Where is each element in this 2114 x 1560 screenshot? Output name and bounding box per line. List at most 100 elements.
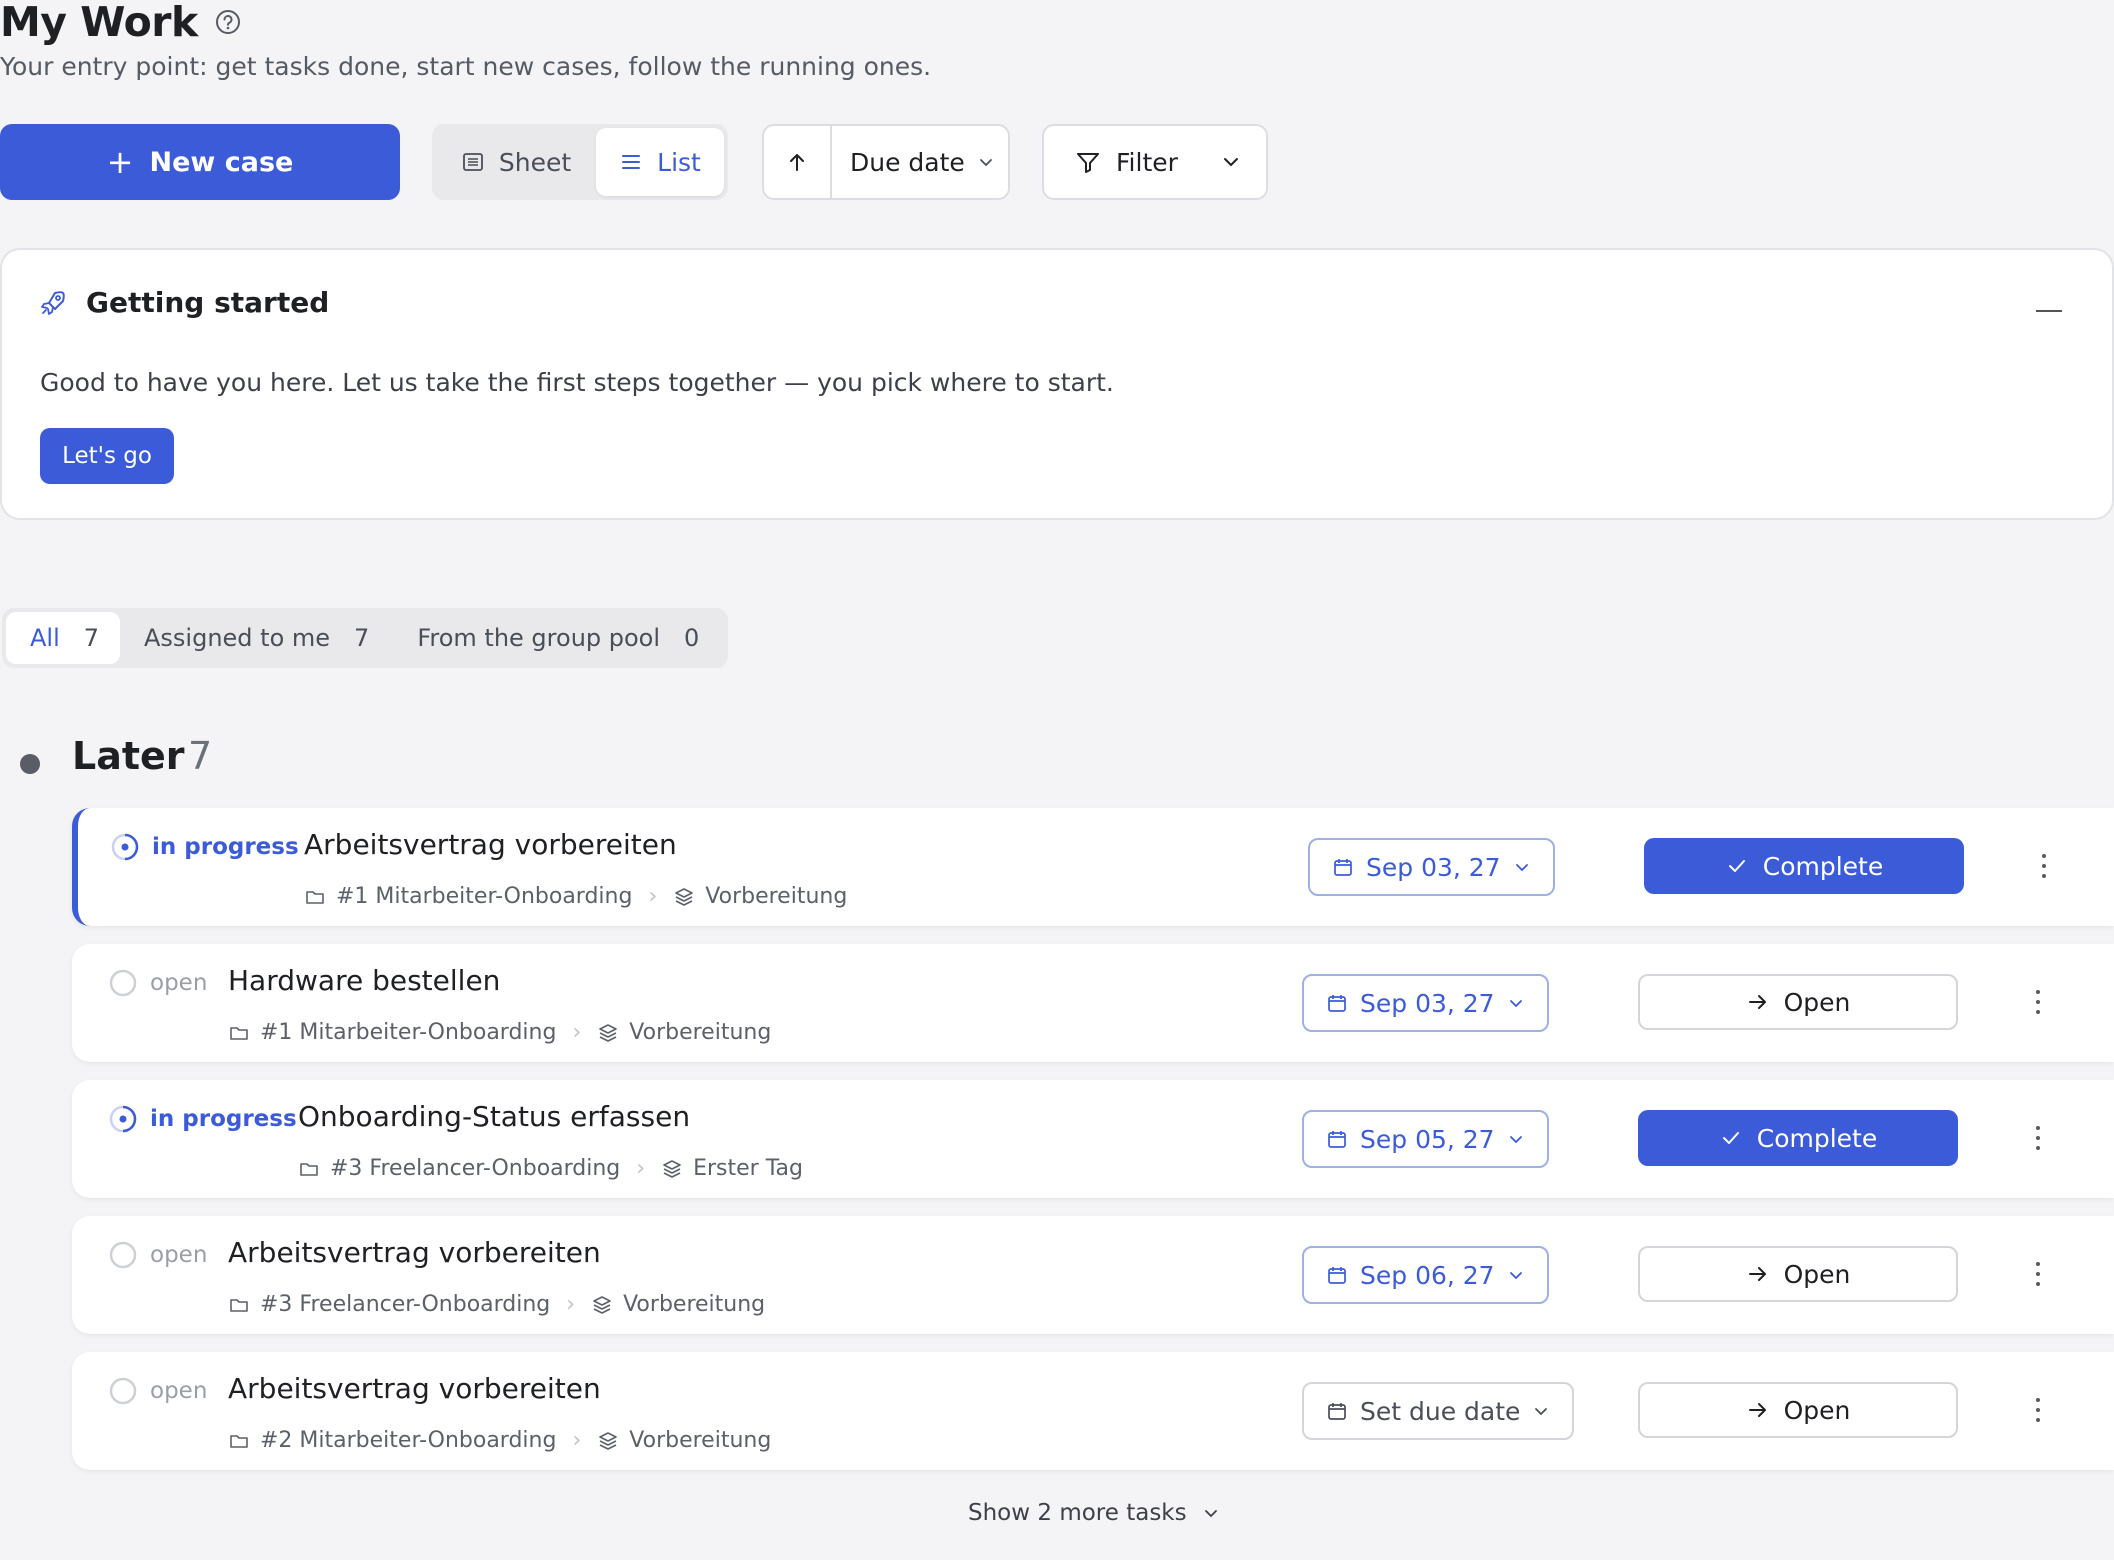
open-label: Open [1783, 1395, 1851, 1425]
sort-direction-button[interactable] [764, 126, 832, 198]
in-progress-icon [111, 833, 139, 861]
show-more-label: Show 2 more tasks [968, 1500, 1187, 1526]
layers-icon [675, 887, 694, 906]
plus-icon: + [106, 143, 134, 181]
chevron-down-icon [1535, 1408, 1548, 1416]
arrow-right-icon [1748, 1403, 1766, 1417]
status-label: open [150, 1242, 208, 1268]
task-row[interactable]: in progress Onboarding-Status erfassen #… [72, 1080, 2114, 1198]
complete-label: Complete [1762, 851, 1884, 881]
chevron-down-icon [1515, 864, 1528, 872]
due-date-label: Sep 05, 27 [1360, 1124, 1495, 1154]
task-status: open [108, 968, 207, 998]
status-label: open [150, 1378, 208, 1404]
task-row[interactable]: in progress Arbeitsvertrag vorbereiten #… [72, 808, 2114, 926]
task-case[interactable]: #2 Mitarbeiter-Onboarding [260, 1428, 556, 1453]
task-row[interactable]: open Arbeitsvertrag vorbereiten #3 Freel… [72, 1216, 2114, 1334]
tab-group-pool[interactable]: From the group pool 0 [393, 612, 723, 664]
open-button[interactable]: Open [1638, 974, 1958, 1030]
sort-field-dropdown[interactable]: Due date [832, 148, 995, 177]
task-status: in progress [108, 1104, 297, 1134]
view-list-button[interactable]: List [596, 128, 724, 196]
arrow-right-icon [1748, 1267, 1766, 1281]
folder-icon [306, 890, 324, 904]
chevron-down-icon [979, 159, 992, 167]
task-case[interactable]: #3 Freelancer-Onboarding [330, 1156, 620, 1181]
collapse-icon[interactable] [2036, 310, 2062, 312]
more-options-icon[interactable] [2028, 1120, 2048, 1156]
open-button[interactable]: Open [1638, 1246, 1958, 1302]
help-icon[interactable] [214, 8, 242, 36]
check-icon [1722, 1132, 1739, 1144]
view-sheet-button[interactable]: Sheet [436, 128, 596, 196]
sort-field-label: Due date [850, 147, 965, 177]
task-title[interactable]: Arbeitsvertrag vorbereiten [304, 828, 677, 861]
set-due-date-button[interactable]: Set due date [1302, 1382, 1575, 1440]
more-options-icon[interactable] [2034, 848, 2054, 884]
folder-icon [230, 1434, 248, 1448]
layers-icon [663, 1159, 681, 1178]
task-title[interactable]: Onboarding-Status erfassen [298, 1100, 690, 1133]
task-meta: #1 Mitarbeiter-Onboarding › Vorbereitung [304, 884, 847, 909]
new-case-label: New case [149, 146, 294, 178]
task-status: open [108, 1240, 207, 1270]
getting-started-card: Getting started Good to have you here. L… [0, 248, 2114, 520]
task-case[interactable]: #3 Freelancer-Onboarding [260, 1292, 550, 1317]
getting-started-header: Getting started [38, 286, 329, 319]
layers-icon [599, 1431, 618, 1450]
view-toggle: Sheet List [432, 124, 728, 200]
list-icon [622, 155, 641, 169]
task-case[interactable]: #1 Mitarbeiter-Onboarding [260, 1020, 556, 1045]
task-title[interactable]: Arbeitsvertrag vorbereiten [228, 1236, 601, 1269]
lets-go-button[interactable]: Let's go [40, 428, 174, 484]
complete-button[interactable]: Complete [1638, 1110, 1958, 1166]
arrow-up-icon [790, 154, 804, 171]
more-options-icon[interactable] [2028, 1256, 2048, 1292]
task-row[interactable]: open Arbeitsvertrag vorbereiten #2 Mitar… [72, 1352, 2114, 1470]
breadcrumb-separator: › [572, 1020, 582, 1045]
new-case-button[interactable]: + New case [0, 124, 400, 200]
view-sheet-label: Sheet [498, 147, 572, 177]
due-date-label: Set due date [1360, 1396, 1521, 1426]
open-status-icon [109, 1377, 137, 1405]
complete-button[interactable]: Complete [1644, 838, 1964, 894]
more-options-icon[interactable] [2028, 1392, 2048, 1428]
task-case[interactable]: #1 Mitarbeiter-Onboarding [336, 884, 632, 909]
show-more-tasks-button[interactable]: Show 2 more tasks [968, 1500, 1221, 1526]
due-date-button[interactable]: Sep 03, 27 [1308, 838, 1555, 896]
sort-control: Due date [762, 124, 1010, 200]
calendar-icon [1328, 995, 1346, 1012]
tab-count: 0 [684, 624, 700, 652]
open-status-icon [109, 1241, 137, 1269]
task-row[interactable]: open Hardware bestellen #1 Mitarbeiter-O… [72, 944, 2114, 1062]
due-date-button[interactable]: Sep 03, 27 [1302, 974, 1549, 1032]
open-button[interactable]: Open [1638, 1382, 1958, 1438]
due-date-button[interactable]: Sep 06, 27 [1302, 1246, 1549, 1304]
page-subtitle: Your entry point: get tasks done, start … [0, 52, 932, 81]
tab-assigned-to-me[interactable]: Assigned to me 7 [120, 612, 393, 664]
layers-icon [593, 1295, 611, 1314]
tab-count: 7 [354, 624, 370, 652]
task-stage: Vorbereitung [705, 884, 848, 909]
group-dot-icon [20, 754, 40, 774]
view-list-label: List [657, 147, 701, 177]
more-options-icon[interactable] [2028, 984, 2048, 1020]
task-filter-tabs: All 7 Assigned to me 7 From the group po… [2, 608, 728, 668]
task-title[interactable]: Hardware bestellen [228, 964, 500, 997]
group-title: Later [72, 734, 185, 778]
task-title[interactable]: Arbeitsvertrag vorbereiten [228, 1372, 601, 1405]
status-label: open [150, 970, 208, 996]
tab-all[interactable]: All 7 [6, 612, 120, 664]
due-date-button[interactable]: Sep 05, 27 [1302, 1110, 1549, 1168]
arrow-right-icon [1748, 995, 1766, 1009]
calendar-icon [1328, 1267, 1346, 1284]
calendar-icon [1334, 859, 1352, 876]
due-date-label: Sep 06, 27 [1360, 1260, 1495, 1290]
page-title-row: My Work [0, 0, 242, 44]
task-stage: Vorbereitung [629, 1428, 772, 1453]
check-icon [1728, 860, 1745, 872]
filter-dropdown[interactable]: Filter [1042, 124, 1268, 200]
folder-icon [300, 1162, 318, 1176]
status-label: in progress [150, 1106, 297, 1132]
task-meta: #2 Mitarbeiter-Onboarding › Vorbereitung [228, 1428, 771, 1453]
